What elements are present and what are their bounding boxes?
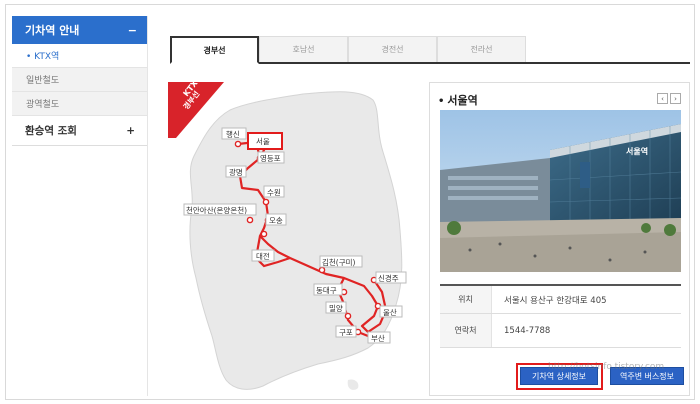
station-label-singyeongju: 신경주 [378, 273, 399, 283]
row-value-contact: 1544-7788 [504, 325, 551, 336]
korea-map-svg: KTX 경부선 행신 서울 영등포 광명 수원 천안아산(온양온천) 오송 대전… [168, 78, 407, 390]
station-label-osong: 오송 [269, 216, 283, 225]
station-label-gwangmyeong: 광명 [229, 167, 243, 177]
table-row: 연락처 1544-7788 [440, 314, 681, 348]
table-row: 위치 서울시 용산구 한강대로 405 [440, 286, 681, 314]
prev-arrow-icon[interactable]: ‹ [657, 93, 668, 104]
row-key-location: 위치 [440, 286, 492, 313]
bullet-icon: • [438, 96, 445, 107]
station-label-ulsan: 울산 [383, 307, 397, 317]
collapse-icon[interactable]: − [128, 24, 137, 37]
seoul-station-image: 서울역 [440, 110, 681, 272]
menu-label: 환승역 조회 [25, 125, 77, 137]
route-map: KTX 경부선 행신 서울 영등포 광명 수원 천안아산(온양온천) 오송 대전… [168, 78, 416, 396]
watermark-text: http://hotsinfo.tistory.com [548, 362, 665, 372]
photo-sign-text: 서울역 [626, 146, 648, 156]
banner-shape [580, 162, 590, 188]
sidebar: 기차역 안내 − • KTX역 일반철도 광역철도 환승역 조회 + [12, 16, 148, 396]
station-label-daejeon: 대전 [256, 251, 270, 261]
station-label-suwon: 수원 [267, 188, 281, 197]
tab-gyeongbu[interactable]: 경부선 [170, 36, 259, 64]
menu-train-station-info[interactable]: 기차역 안내 − [12, 16, 147, 44]
menu-label: 기차역 안내 [25, 24, 80, 37]
submenu: • KTX역 일반철도 광역철도 [12, 44, 147, 116]
station-label-miryang: 밀양 [329, 304, 343, 313]
station-label-seoul: 서울 [256, 137, 270, 146]
station-info-table: 위치 서울시 용산구 한강대로 405 연락처 1544-7788 [440, 284, 681, 348]
station-label-yeongdeungpo: 영등포 [260, 153, 281, 163]
station-label-gupo: 구포 [339, 328, 353, 337]
tab-honam[interactable]: 호남선 [259, 36, 348, 62]
station-title: • 서울역 [438, 92, 478, 108]
row-value-location: 서울시 용산구 한강대로 405 [504, 295, 607, 306]
submenu-item-general-rail[interactable]: 일반철도 [12, 68, 147, 92]
submenu-item-ktx[interactable]: • KTX역 [12, 44, 147, 68]
station-label-dongdaegu: 동대구 [316, 286, 337, 295]
line-tabs: 경부선 호남선 경전선 전라선 [170, 36, 690, 64]
station-label-busan: 부산 [371, 333, 385, 343]
station-title-text: 서울역 [447, 94, 478, 107]
row-key-contact: 연락처 [440, 314, 492, 347]
tab-jeolla[interactable]: 전라선 [437, 36, 526, 62]
station-label-gimcheon: 김천(구미) [322, 257, 356, 267]
menu-transfer-station[interactable]: 환승역 조회 + [12, 116, 147, 146]
station-label-haengsin: 행신 [226, 129, 240, 139]
station-label-cheonan-asan: 천안아산(온양온천) [186, 205, 247, 215]
submenu-item-metro-rail[interactable]: 광역철도 [12, 92, 147, 116]
tab-gyeongjeon[interactable]: 경전선 [348, 36, 437, 62]
island-shape [347, 379, 359, 390]
next-arrow-icon[interactable]: › [670, 93, 681, 104]
station-photo: 서울역 [440, 110, 681, 272]
expand-icon[interactable]: + [126, 125, 135, 137]
